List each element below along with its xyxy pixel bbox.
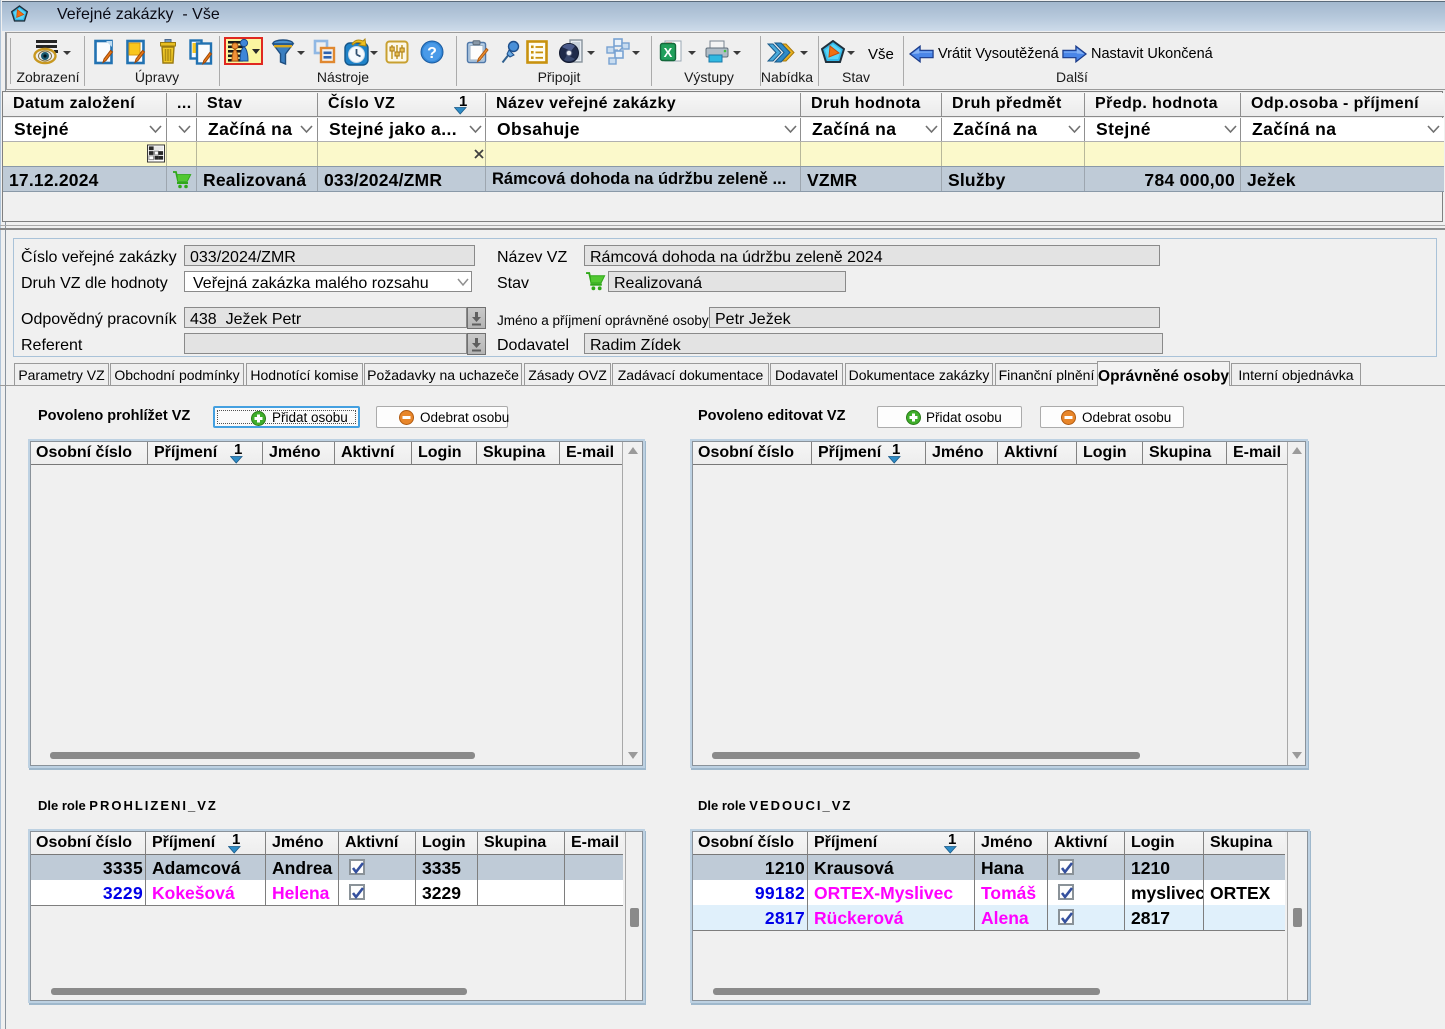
svg-text:?: ? — [427, 45, 437, 62]
svg-text:X: X — [664, 45, 673, 60]
